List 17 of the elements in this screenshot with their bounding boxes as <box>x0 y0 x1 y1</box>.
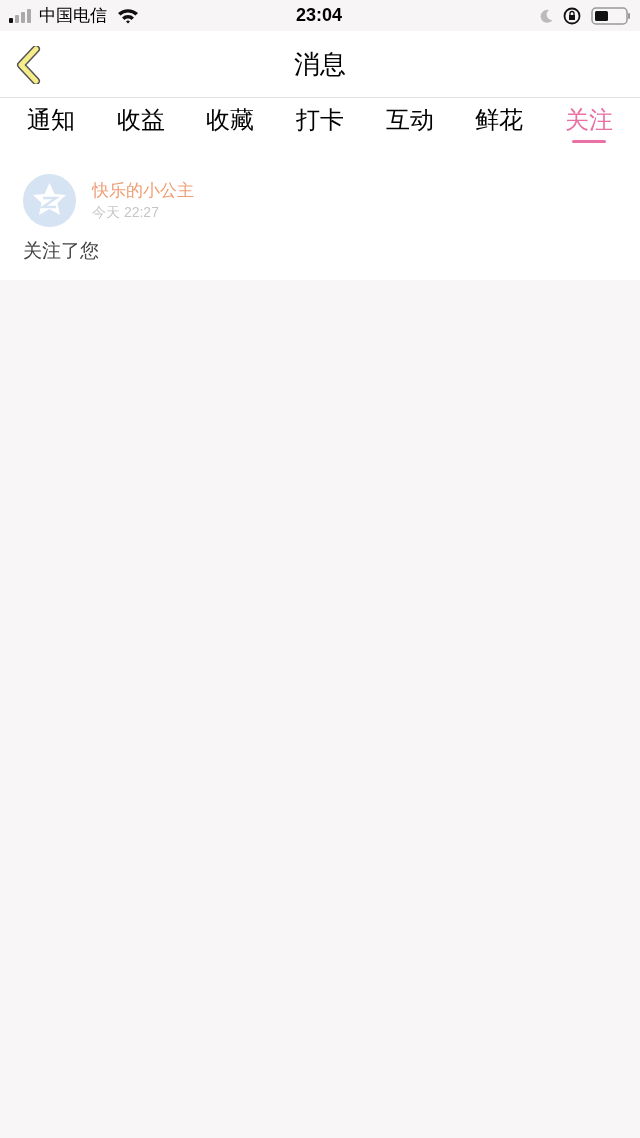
tab[interactable]: 鲜花 <box>475 104 524 136</box>
carrier-name: 中国电信 <box>39 4 107 27</box>
tab-underline <box>572 140 607 143</box>
tab[interactable]: 收益 <box>116 104 165 136</box>
tab[interactable]: 打卡 <box>296 104 344 136</box>
rotation-lock-icon <box>563 6 581 25</box>
message-text: 关注了您 <box>23 239 100 263</box>
message-time: 今天 22:27 <box>92 202 160 222</box>
clock-time: 23:04 <box>296 4 343 27</box>
tab[interactable]: 互动 <box>385 104 434 136</box>
avatar-icon <box>23 174 76 227</box>
battery-icon <box>591 6 631 25</box>
tab[interactable]: 收藏 <box>206 104 255 136</box>
page-title: 消息 <box>294 47 346 81</box>
wifi-icon <box>117 7 139 24</box>
moon-icon <box>540 8 553 23</box>
tab[interactable]: 通知 <box>26 104 75 136</box>
